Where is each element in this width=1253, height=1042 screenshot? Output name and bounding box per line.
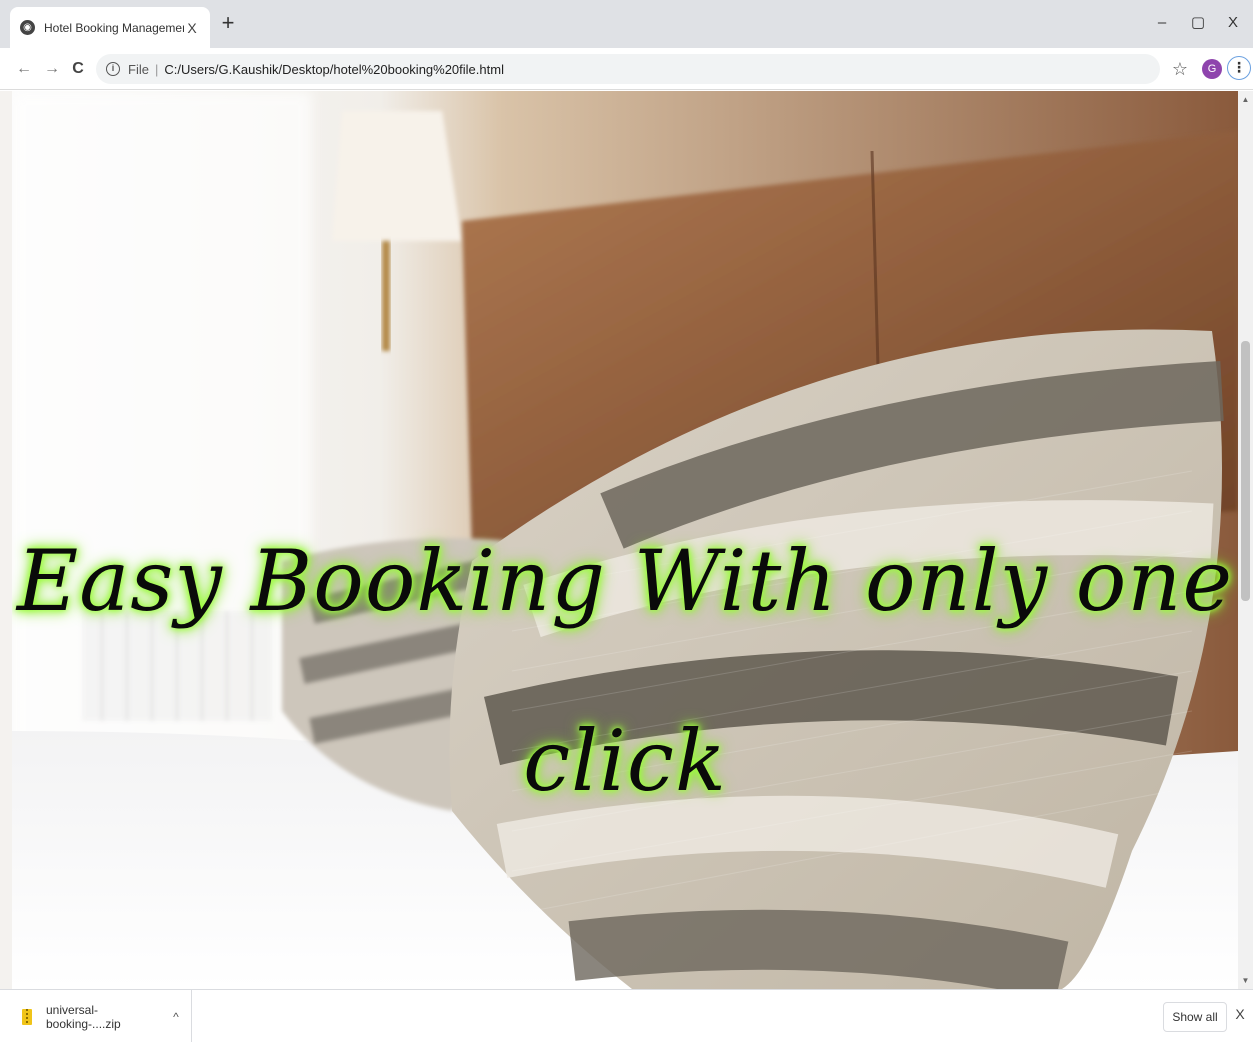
- tab-close-icon[interactable]: X: [184, 20, 200, 36]
- profile-avatar[interactable]: G: [1202, 59, 1222, 79]
- bookmark-star-icon[interactable]: ☆: [1168, 57, 1192, 81]
- browser-menu-icon[interactable]: ⋮: [1227, 56, 1251, 80]
- show-all-downloads-button[interactable]: Show all: [1163, 1002, 1227, 1032]
- url-separator: |: [154, 61, 159, 77]
- url-text: C:/Users/G.Kaushik/Desktop/hotel%20booki…: [164, 61, 504, 77]
- forward-button[interactable]: →: [40, 57, 64, 81]
- new-tab-button[interactable]: +: [216, 12, 240, 36]
- address-bar[interactable]: i File | C:/Users/G.Kaushik/Desktop/hote…: [96, 54, 1160, 84]
- browser-window: ◉ Hotel Booking Management X + – ▢ X ← →…: [0, 0, 1253, 1042]
- maximize-button[interactable]: ▢: [1178, 10, 1218, 36]
- scroll-down-arrow-icon[interactable]: ▼: [1238, 976, 1253, 985]
- hero-banner: Easy Booking With only one click: [12, 91, 1238, 989]
- scroll-up-arrow-icon[interactable]: ▲: [1238, 95, 1253, 104]
- downloads-bar: universal-booking-....zip ^ Show all X: [0, 989, 1253, 1042]
- page-viewport: Easy Booking With only one click ▲ ▼: [0, 91, 1253, 989]
- scroll-thumb[interactable]: [1241, 341, 1250, 601]
- minimize-button[interactable]: –: [1142, 10, 1182, 36]
- tab-strip: ◉ Hotel Booking Management X + – ▢ X: [0, 0, 1253, 48]
- tab-hotel-booking[interactable]: ◉ Hotel Booking Management X: [10, 7, 210, 48]
- zip-file-icon: [22, 1008, 32, 1025]
- url-scheme: File: [128, 61, 149, 77]
- reload-button[interactable]: C: [66, 57, 90, 81]
- download-options-chevron-icon[interactable]: ^: [161, 1010, 191, 1024]
- close-window-button[interactable]: X: [1213, 10, 1253, 36]
- globe-icon: ◉: [20, 20, 35, 35]
- info-icon[interactable]: i: [106, 62, 120, 76]
- download-file-name: universal-booking-....zip: [46, 1002, 121, 1031]
- back-button[interactable]: ←: [12, 57, 36, 81]
- hero-headline: Easy Booking With only one click: [16, 532, 1234, 810]
- page-scrollbar[interactable]: ▲ ▼: [1238, 91, 1253, 989]
- close-downloads-bar-icon[interactable]: X: [1232, 1006, 1248, 1022]
- download-item[interactable]: universal-booking-....zip ^: [0, 990, 192, 1042]
- tab-title: Hotel Booking Management: [44, 20, 184, 35]
- browser-toolbar: ← → C i File | C:/Users/G.Kaushik/Deskto…: [0, 48, 1253, 90]
